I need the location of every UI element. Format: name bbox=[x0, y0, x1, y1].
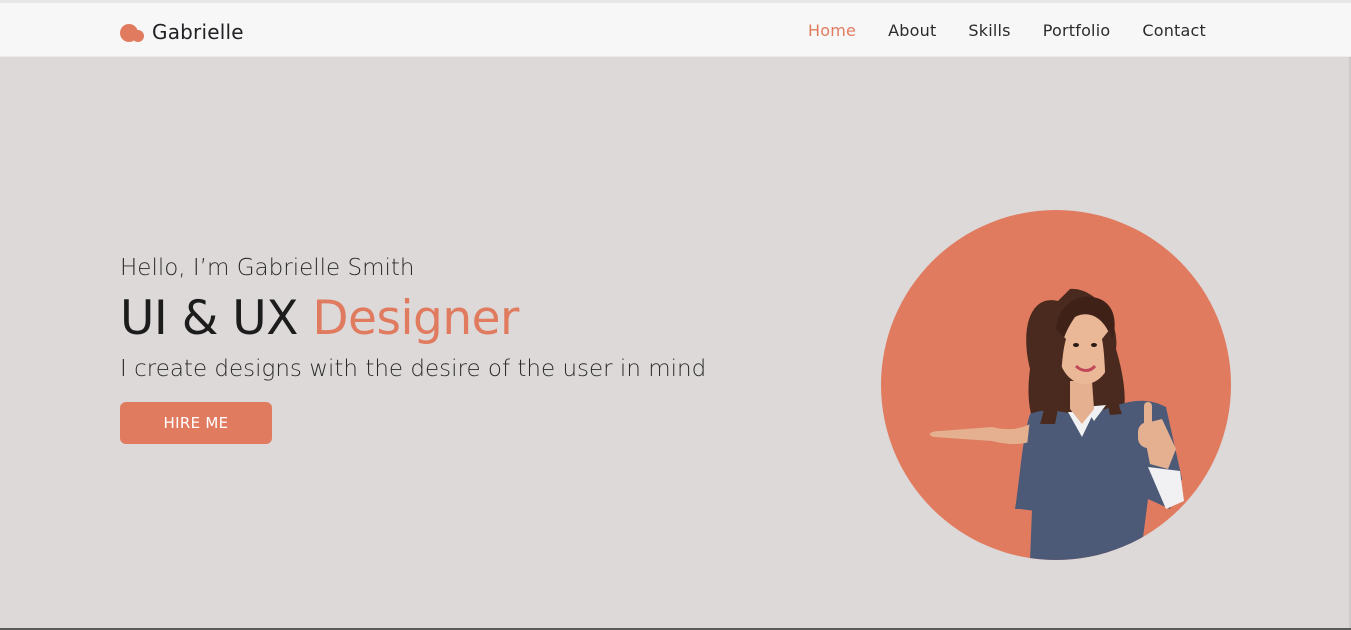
brand-name: Gabrielle bbox=[152, 20, 244, 44]
hero-greeting: Hello, I’m Gabrielle Smith bbox=[120, 255, 415, 281]
hero-title: UI & UX Designer bbox=[120, 291, 820, 347]
nav-skills[interactable]: Skills bbox=[968, 21, 1010, 40]
nav-contact[interactable]: Contact bbox=[1142, 21, 1206, 40]
navbar: Gabrielle Home About Skills Portfolio Co… bbox=[0, 3, 1351, 57]
nav-about[interactable]: About bbox=[888, 21, 936, 40]
nav-home[interactable]: Home bbox=[808, 21, 856, 40]
hero-tagline: I create designs with the desire of the … bbox=[120, 356, 707, 382]
main-nav: Home About Skills Portfolio Contact bbox=[776, 21, 1206, 40]
hero-portrait-image bbox=[881, 210, 1231, 560]
hire-me-button[interactable]: HIRE ME bbox=[120, 402, 272, 444]
hero-title-main: UI & UX bbox=[120, 291, 298, 346]
logo-bubbles-icon bbox=[120, 21, 148, 43]
hero-title-accent: Designer bbox=[312, 291, 519, 346]
hero-text: Hello, I’m Gabrielle Smith UI & UX Desig… bbox=[120, 253, 820, 385]
nav-portfolio[interactable]: Portfolio bbox=[1043, 21, 1111, 40]
brand-logo[interactable]: Gabrielle bbox=[120, 17, 244, 47]
